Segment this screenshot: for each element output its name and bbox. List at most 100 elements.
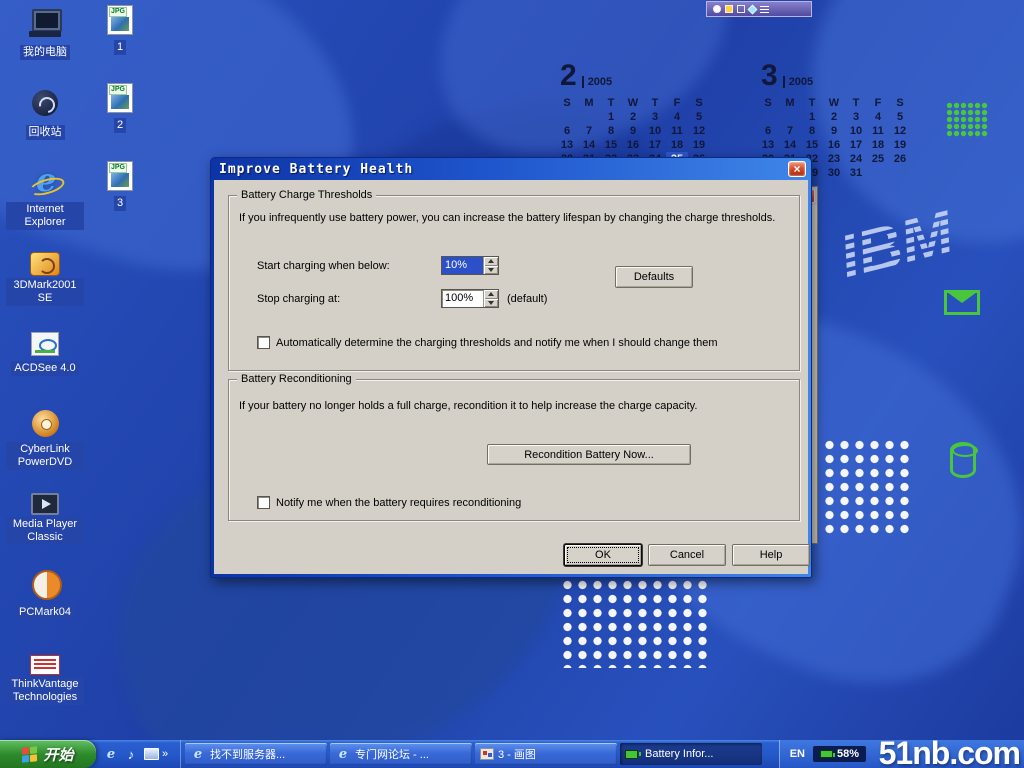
desktop-icon-ie[interactable]: Internet Explorer [2, 168, 88, 230]
pcmark-icon [27, 568, 63, 600]
desktop-file-3[interactable]: JPG3 [90, 161, 150, 211]
start-threshold-spinbox[interactable]: 10% [441, 256, 499, 275]
battery-charge-thresholds-group: Battery Charge Thresholds If you infrequ… [228, 195, 800, 371]
menu-icon[interactable] [760, 5, 769, 13]
ie-icon [335, 746, 351, 762]
taskbar: 开始 e♪ » 找不到服务器... 专门网论坛 - ... 3 - 画图 Battery… [0, 740, 1024, 768]
battery-icon [625, 746, 641, 762]
desktop-icon-label: 回收站 [26, 125, 65, 140]
desktop-icon-acdsee[interactable]: ACDSee 4.0 [2, 328, 88, 376]
desktop-icon-computer[interactable]: 我的电脑 [2, 8, 88, 60]
ie-icon[interactable]: e [102, 744, 120, 764]
calendar-date: 31 [845, 166, 867, 180]
desktop-icon-label: 我的电脑 [20, 45, 70, 60]
desktop-file-column: JPG1JPG2JPG3 [90, 0, 156, 745]
calendar-month-number: 3 [761, 62, 778, 90]
dialog-titlebar[interactable]: Improve Battery Health × [211, 158, 811, 180]
desktop-icon-label: 2 [114, 118, 126, 133]
desktop-icon-label: ThinkVantage Technologies [6, 677, 84, 705]
close-button[interactable]: × [788, 161, 806, 177]
desktop-icon-label: PCMark04 [16, 605, 74, 620]
group-legend: Battery Reconditioning [237, 373, 356, 385]
mpc-icon [31, 493, 59, 515]
defaults-button[interactable]: Defaults [615, 266, 693, 288]
calendar-month-header: 3 2005 [761, 56, 919, 90]
default-note: (default) [507, 293, 547, 305]
desktop-icon-powerdvd[interactable]: CyberLink PowerDVD [2, 408, 88, 470]
calendar-week: 6789101112 [556, 121, 718, 135]
thinkvantage-icon [30, 655, 60, 675]
ok-button[interactable]: OK [564, 544, 642, 566]
recondition-battery-button[interactable]: Recondition Battery Now... [487, 444, 691, 465]
desktop-icon-recycle[interactable]: 回收站 [2, 88, 88, 140]
task-label: 找不到服务器... [210, 746, 285, 762]
calendar-date: 30 [823, 166, 845, 180]
pen-icon[interactable] [737, 5, 745, 13]
phone-icon[interactable] [713, 5, 721, 13]
spin-up-button[interactable] [484, 290, 498, 299]
show-desktop-icon[interactable] [142, 744, 160, 764]
desktop-icon-pcmark[interactable]: PCMark04 [2, 568, 88, 620]
file-type-badge: JPG [109, 7, 127, 17]
auto-determine-checkbox[interactable] [257, 336, 270, 349]
jpg-file-icon: JPG [107, 83, 133, 113]
desktop-file-1[interactable]: JPG1 [90, 5, 150, 55]
cancel-button[interactable]: Cancel [648, 544, 726, 566]
calendar-month-number: 2 [560, 62, 577, 90]
improve-battery-health-dialog: Improve Battery Health × Battery Charge … [210, 157, 812, 578]
calendar-year: 2005 [582, 76, 612, 88]
mouse-icon[interactable] [725, 5, 733, 13]
start-button[interactable]: 开始 [0, 740, 96, 768]
recycle-icon [27, 88, 63, 120]
battery-reconditioning-group: Battery Reconditioning If your battery n… [228, 379, 800, 521]
desktop-icon-label: 3DMark2001 SE [6, 278, 84, 306]
spin-up-button[interactable] [484, 257, 498, 266]
battery-tray-chip[interactable]: 58% [813, 746, 866, 762]
desktop-icon-mpc[interactable]: Media Player Classic [2, 488, 88, 545]
task-label: 专门网论坛 - ... [355, 746, 429, 762]
windows-flag-icon [22, 746, 37, 763]
notify-reconditioning-checkbox-row: Notify me when the battery requires reco… [257, 496, 521, 509]
file-type-badge: JPG [109, 85, 127, 95]
card-icon[interactable] [748, 4, 758, 14]
battery-icon [820, 750, 833, 758]
desktop-file-2[interactable]: JPG 2 [90, 83, 150, 133]
computer-icon [27, 8, 63, 40]
taskbar-task[interactable]: Battery Infor... [620, 743, 762, 765]
taskbar-task[interactable]: 专门网论坛 - ... [330, 743, 472, 765]
desktop-icon-3dmark[interactable]: 3DMark2001 SE [2, 248, 88, 306]
taskbar-task[interactable]: 找不到服务器... [185, 743, 327, 765]
calendar-week: 12345 [757, 107, 919, 121]
taskbar-task[interactable]: 3 - 画图 [475, 743, 617, 765]
media-player-icon[interactable]: ♪ [122, 744, 140, 764]
stop-charging-label: Stop charging at: [257, 293, 340, 305]
desktop-icon-label: 3 [114, 196, 126, 211]
mini-toolbar[interactable] [706, 1, 812, 17]
help-button[interactable]: Help [732, 544, 810, 566]
spin-down-button[interactable] [484, 299, 498, 308]
taskbar-tasks: 找不到服务器... 专门网论坛 - ... 3 - 画图 Battery Infor.… [181, 740, 779, 768]
start-charging-label: Start charging when below: [257, 260, 390, 272]
auto-determine-label: Automatically determine the charging thr… [276, 336, 717, 349]
ie-icon [27, 168, 63, 200]
notify-reconditioning-checkbox[interactable] [257, 496, 270, 509]
desktop-icon-label: Media Player Classic [6, 517, 84, 545]
stop-threshold-spinbox[interactable]: 100% [441, 289, 499, 308]
battery-percent: 58% [837, 748, 859, 760]
desktop-icon-label: CyberLink PowerDVD [6, 442, 84, 470]
stop-threshold-value: 100% [442, 290, 483, 307]
thresholds-description: If you infrequently use battery power, y… [239, 212, 791, 224]
task-label: Battery Infor... [645, 748, 713, 760]
start-threshold-value: 10% [442, 257, 483, 274]
calendar-year: 2005 [783, 76, 813, 88]
3dmark-icon [30, 252, 60, 276]
close-icon: × [793, 163, 800, 175]
acdsee-icon [31, 332, 59, 356]
desktop-icon-label: Internet Explorer [6, 202, 84, 230]
quicklaunch-overflow-chevron[interactable]: » [162, 748, 174, 760]
language-indicator[interactable]: EN [790, 748, 805, 760]
spin-down-button[interactable] [484, 266, 498, 275]
desktop-icon-thinkvantage[interactable]: ThinkVantage Technologies [2, 648, 88, 705]
auto-determine-checkbox-row: Automatically determine the charging thr… [257, 336, 717, 349]
paint-icon [480, 748, 494, 760]
